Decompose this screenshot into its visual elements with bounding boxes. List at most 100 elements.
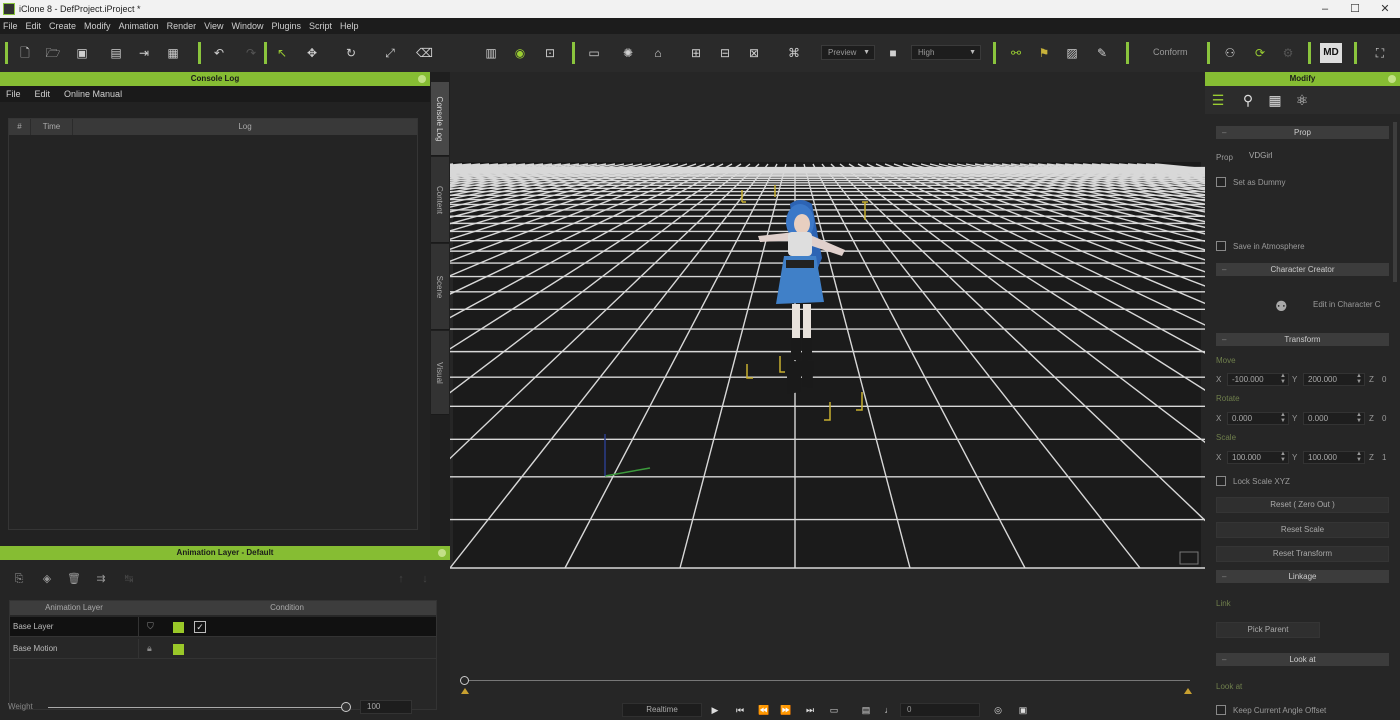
fit-view-icon[interactable]: ⊠ bbox=[746, 45, 762, 61]
clipboard-icon[interactable]: ▨ bbox=[1064, 45, 1080, 61]
eraser-icon[interactable]: ⌫ bbox=[416, 45, 433, 61]
reset-transform-button[interactable]: Reset Transform bbox=[1216, 546, 1389, 562]
lock-icon[interactable]: 🔒︎ bbox=[147, 643, 152, 654]
scale-x-field[interactable]: 100.000 ▲ ▼ bbox=[1227, 451, 1289, 464]
rotate-z-value[interactable]: 0 bbox=[1382, 414, 1386, 423]
move-up-icon[interactable]: ↑ bbox=[394, 572, 408, 586]
spinner-icon[interactable]: ▲ ▼ bbox=[1356, 412, 1362, 424]
light-icon[interactable]: ✺ bbox=[620, 45, 636, 61]
delete-icon[interactable]: 🗑 bbox=[67, 572, 81, 586]
log-table[interactable]: # Time Log bbox=[8, 118, 418, 530]
set-as-dummy-checkbox[interactable] bbox=[1216, 177, 1226, 187]
material-checker-icon[interactable]: ▦ bbox=[1266, 91, 1284, 109]
sliders-icon[interactable]: ☰ bbox=[1209, 91, 1227, 109]
open-folder-icon[interactable]: 🗁 bbox=[45, 45, 61, 61]
table-row[interactable]: Base Motion 🔒︎ bbox=[10, 639, 436, 659]
modify-scrollbar[interactable] bbox=[1393, 122, 1397, 282]
audio-note-icon[interactable]: ♩ bbox=[883, 704, 895, 716]
layer-enabled-checkbox[interactable]: ✓ bbox=[194, 621, 206, 633]
layer-color-swatch[interactable] bbox=[173, 644, 184, 655]
motion-icon[interactable]: ⚲ bbox=[1239, 91, 1257, 109]
menu-modify[interactable]: Modify bbox=[83, 21, 118, 31]
timeline-track[interactable] bbox=[465, 680, 1190, 681]
menu-script[interactable]: Script bbox=[308, 21, 339, 31]
flag-icon[interactable]: ⚑ bbox=[1036, 45, 1052, 61]
character-icon[interactable]: ⚇ bbox=[1222, 45, 1238, 61]
camera-switch-icon[interactable]: ▣ bbox=[1017, 704, 1029, 716]
quality-select[interactable]: High ▼ bbox=[911, 45, 981, 60]
move-tool-icon[interactable]: ✥ bbox=[304, 45, 320, 61]
go-to-start-icon[interactable]: ⏮ bbox=[734, 704, 746, 716]
reset-zero-out-button[interactable]: Reset ( Zero Out ) bbox=[1216, 497, 1389, 513]
eye-icon[interactable]: ◉ bbox=[512, 45, 528, 61]
menu-render[interactable]: Render bbox=[166, 21, 204, 31]
rotate-x-field[interactable]: 0.000 ▲ ▼ bbox=[1227, 412, 1289, 425]
scale-y-field[interactable]: 100.000 ▲ ▼ bbox=[1303, 451, 1365, 464]
add-layer-icon[interactable]: ⎘ bbox=[12, 572, 26, 586]
reset-scale-button[interactable]: Reset Scale bbox=[1216, 522, 1389, 538]
tab-visual[interactable]: Visual bbox=[431, 331, 449, 415]
fullscreen-icon[interactable]: ⛶ bbox=[1372, 45, 1388, 61]
link-icon[interactable]: ⚯ bbox=[1008, 45, 1024, 61]
column-animation-layer[interactable]: Animation Layer bbox=[10, 601, 138, 615]
tab-scene[interactable]: Scene bbox=[431, 244, 449, 330]
scale-z-value[interactable]: 1 bbox=[1382, 453, 1386, 462]
transform-section-header[interactable]: – Transform bbox=[1216, 333, 1389, 346]
spinner-icon[interactable]: ▲ ▼ bbox=[1280, 373, 1286, 385]
close-button[interactable]: ✕ bbox=[1370, 0, 1400, 18]
weight-slider-track[interactable] bbox=[48, 707, 344, 708]
menu-plugins[interactable]: Plugins bbox=[271, 21, 309, 31]
column-index[interactable]: # bbox=[9, 119, 31, 135]
unlock-icon[interactable]: ⛉ bbox=[147, 621, 154, 632]
pick-parent-button[interactable]: Pick Parent bbox=[1216, 622, 1320, 638]
align-icon[interactable]: ⊞ bbox=[688, 45, 704, 61]
select-arrow-icon[interactable]: ↖ bbox=[274, 45, 290, 61]
menu-animation[interactable]: Animation bbox=[118, 21, 166, 31]
brush-icon[interactable]: ✎ bbox=[1094, 45, 1110, 61]
loop-icon[interactable]: ▭ bbox=[828, 704, 840, 716]
monitor-icon[interactable]: ▭ bbox=[586, 45, 602, 61]
weight-input[interactable]: 100 bbox=[360, 700, 412, 714]
spinner-icon[interactable]: ▲ ▼ bbox=[1356, 451, 1362, 463]
spinner-icon[interactable]: ▲ ▼ bbox=[1280, 412, 1286, 424]
previous-frame-icon[interactable]: ⏪ bbox=[758, 704, 770, 716]
sync-icon[interactable]: ⟳ bbox=[1252, 45, 1268, 61]
gizmo-icon[interactable]: ⌘ bbox=[786, 45, 802, 61]
spinner-icon[interactable]: ▲ ▼ bbox=[1280, 451, 1286, 463]
keyframe-icon[interactable]: ◎ bbox=[992, 704, 1004, 716]
video-camera-icon[interactable]: ■ bbox=[885, 45, 901, 61]
preview-select[interactable]: Preview ▼ bbox=[821, 45, 875, 60]
column-log[interactable]: Log bbox=[73, 119, 417, 135]
export-icon[interactable]: ⇥ bbox=[136, 45, 152, 61]
save-icon[interactable]: ▣ bbox=[74, 45, 90, 61]
menu-help[interactable]: Help bbox=[339, 21, 366, 31]
export-file-icon[interactable]: ▦ bbox=[165, 45, 181, 61]
weight-slider-handle[interactable] bbox=[341, 702, 351, 712]
prop-section-header[interactable]: – Prop bbox=[1216, 126, 1389, 139]
menu-file[interactable]: File bbox=[2, 21, 25, 31]
playback-mode-select[interactable]: Realtime bbox=[622, 703, 702, 717]
new-file-icon[interactable]: 🗋 bbox=[17, 45, 33, 61]
move-z-value[interactable]: 0 bbox=[1382, 375, 1386, 384]
menu-view[interactable]: View bbox=[203, 21, 230, 31]
menu-edit[interactable]: Edit bbox=[25, 21, 49, 31]
merge-layer-icon[interactable]: ⇉ bbox=[94, 572, 108, 586]
column-condition[interactable]: Condition bbox=[138, 601, 436, 615]
spinner-icon[interactable]: ▲ ▼ bbox=[1356, 373, 1362, 385]
menu-create[interactable]: Create bbox=[48, 21, 83, 31]
console-menu-file[interactable]: File bbox=[0, 89, 29, 99]
redo-icon[interactable]: ↷ bbox=[243, 45, 259, 61]
panel-dock-icon[interactable] bbox=[438, 549, 446, 557]
column-time[interactable]: Time bbox=[31, 119, 73, 135]
layer-stack-icon[interactable]: ◈ bbox=[40, 572, 54, 586]
move-y-field[interactable]: 200.000 ▲ ▼ bbox=[1303, 373, 1365, 386]
table-row[interactable]: Base Layer ⛉ ✓ bbox=[10, 617, 436, 637]
subtitle-icon[interactable]: ▤ bbox=[860, 704, 872, 716]
look-at-section-header[interactable]: – Look at bbox=[1216, 653, 1389, 666]
pick-parent-icon[interactable]: ⊡ bbox=[542, 45, 558, 61]
timeline-playhead[interactable] bbox=[460, 676, 469, 685]
edit-in-character-creator-button[interactable]: Edit in Character C bbox=[1313, 300, 1381, 309]
prop-name-field[interactable]: VDGirl bbox=[1245, 150, 1393, 163]
physics-atom-icon[interactable]: ⚛ bbox=[1293, 91, 1311, 109]
save-in-atmosphere-checkbox[interactable] bbox=[1216, 241, 1226, 251]
